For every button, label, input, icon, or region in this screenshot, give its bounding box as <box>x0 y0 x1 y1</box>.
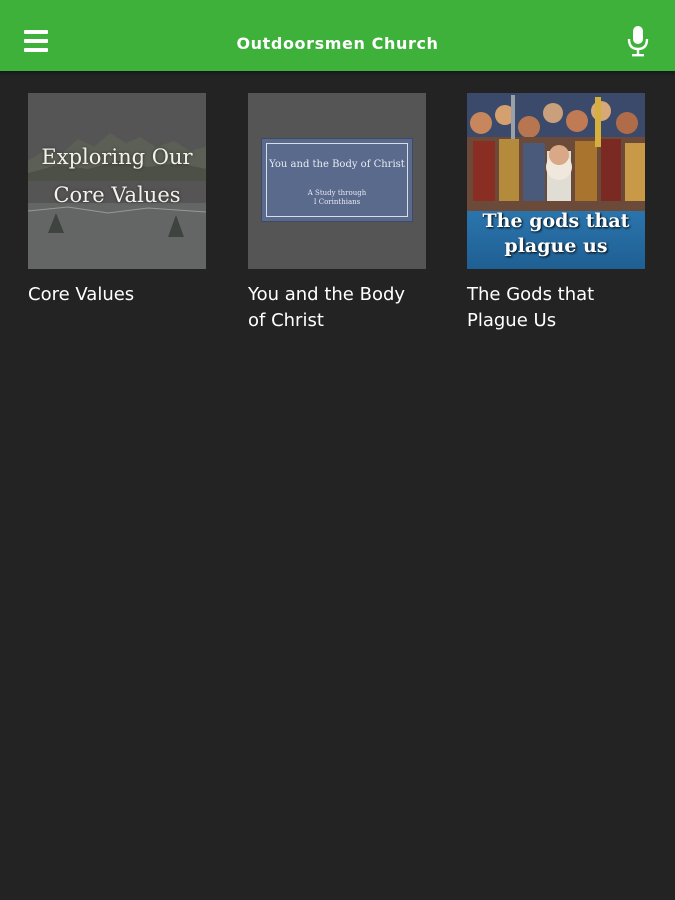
cover-subtitle: A Study through I Corinthians <box>262 189 412 207</box>
series-card-gods-that-plague-us[interactable]: The gods that plague us The Gods that Pl… <box>467 93 645 334</box>
series-cover-image[interactable]: Exploring Our Core Values <box>28 93 206 269</box>
cover-subtitle-line-1: A Study through <box>307 189 367 197</box>
cover-text-line-2: Core Values <box>53 183 181 207</box>
app-screen: Outdoorsmen Church Exploring Our Core Va… <box>0 0 675 900</box>
series-title-line: Core Values <box>28 284 135 305</box>
cover-title-panel: You and the Body of Christ A Study throu… <box>261 138 413 222</box>
lake-reflection <box>28 203 206 269</box>
series-card-body-of-christ[interactable]: You and the Body of Christ A Study throu… <box>248 93 426 334</box>
series-title-line-1: The Gods that <box>467 284 595 305</box>
cover-title: You and the Body of Christ <box>269 159 405 170</box>
crowd-illustration <box>467 93 645 211</box>
cover-text-line-1: Exploring Our <box>41 145 193 169</box>
series-title: You and the Body of Christ <box>248 282 426 334</box>
cover-banner-line-1: The gods that <box>482 210 630 232</box>
series-title: The Gods that Plague Us <box>467 282 645 334</box>
series-cover-image[interactable]: You and the Body of Christ A Study throu… <box>248 93 426 269</box>
microphone-icon-svg <box>627 26 649 57</box>
series-title: Core Values <box>28 282 206 308</box>
series-title-line-1: You and the Body <box>248 284 406 305</box>
cover-banner-text: The gods that plague us <box>467 209 645 259</box>
series-cover-image[interactable]: The gods that plague us <box>467 93 645 269</box>
cover-banner-line-2: plague us <box>504 235 608 257</box>
series-title-line-2: Plague Us <box>467 310 557 331</box>
series-title-line-2: of Christ <box>248 310 324 331</box>
top-app-bar: Outdoorsmen Church <box>0 0 675 71</box>
series-card-core-values[interactable]: Exploring Our Core Values Core Values <box>28 93 206 308</box>
cover-subtitle-line-2: I Corinthians <box>313 198 361 206</box>
microphone-icon[interactable] <box>624 24 652 58</box>
app-title: Outdoorsmen Church <box>236 34 439 53</box>
